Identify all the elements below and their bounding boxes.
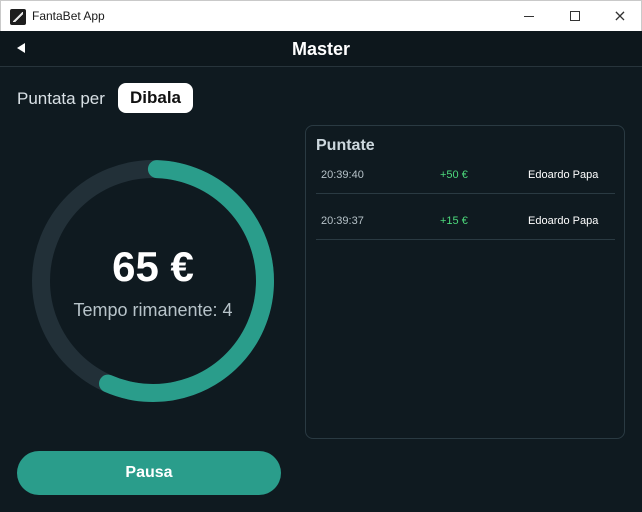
- bet-row: 20:39:40 +50 € Edoardo Papa: [316, 154, 615, 194]
- close-icon: ×: [613, 6, 627, 25]
- bets-panel: Puntate 20:39:40 +50 € Edoardo Papa 20:3…: [305, 125, 625, 439]
- maximize-icon: [570, 11, 580, 21]
- bet-increment: +50 €: [440, 169, 468, 181]
- app-header: Master: [0, 31, 642, 67]
- page-title: Master: [291, 39, 351, 59]
- gavel-app-icon: [10, 9, 26, 25]
- window-title: FantaBet App: [32, 9, 105, 23]
- player-name-badge: Dibala: [118, 83, 194, 113]
- maximize-button[interactable]: [552, 1, 598, 31]
- close-button[interactable]: ×: [597, 1, 642, 31]
- bet-user: Edoardo Papa: [528, 215, 599, 227]
- minimize-icon: [524, 15, 534, 17]
- bet-user: Edoardo Papa: [528, 169, 599, 181]
- window-title-bar: FantaBet App ×: [0, 0, 642, 31]
- minimize-button[interactable]: [506, 1, 552, 31]
- bet-row: 20:39:37 +15 € Edoardo Papa: [316, 200, 615, 240]
- bet-time: 20:39:37: [321, 215, 364, 227]
- bet-time: 20:39:40: [321, 169, 364, 181]
- bets-panel-title: Puntate: [316, 137, 375, 154]
- pause-button[interactable]: Pausa: [17, 451, 281, 495]
- bet-increment: +15 €: [440, 215, 468, 227]
- current-bid-amount: 65 €: [112, 243, 194, 290]
- time-remaining-text: Tempo rimanente: 4: [73, 300, 233, 320]
- bet-for-label: Puntata per: [17, 89, 105, 108]
